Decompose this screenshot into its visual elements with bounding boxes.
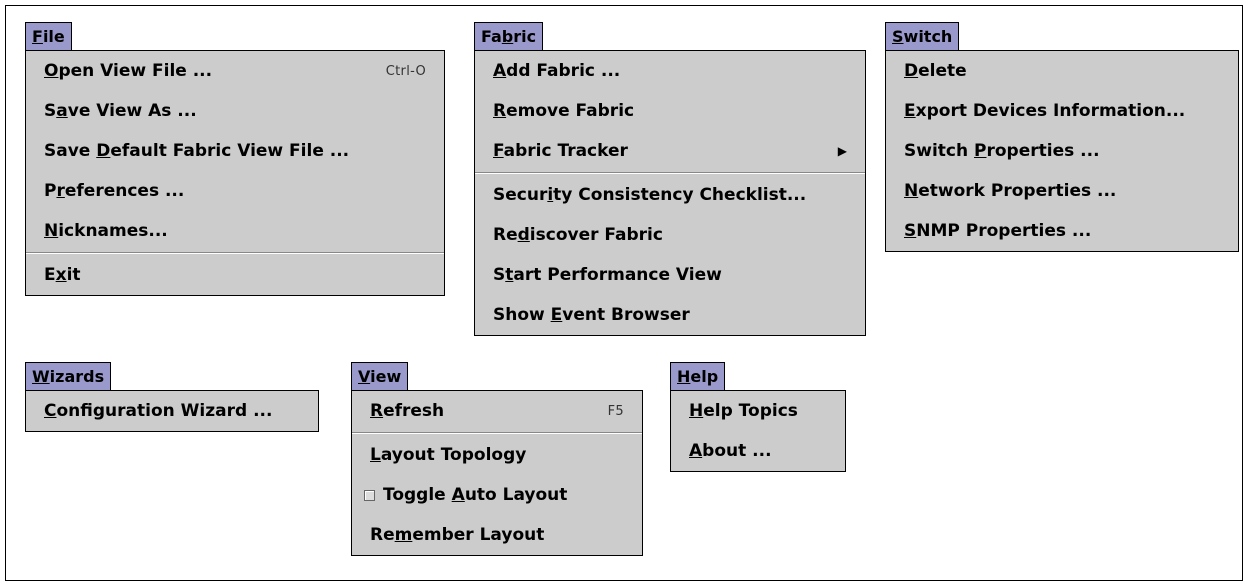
menu-item-label: Export Devices Information... [904,101,1186,121]
help-menu-panel: Help Topics About ... [670,390,846,472]
menu-item-label: Remove Fabric [493,101,635,121]
file-menu: File Open View File ... Ctrl-O Save View… [25,22,445,296]
menu-item-configuration-wizard[interactable]: Configuration Wizard ... [26,391,318,431]
menu-item-exit[interactable]: Exit [26,255,444,295]
switch-menu-panel: Delete Export Devices Information... Swi… [885,50,1239,252]
menu-item-label: Security Consistency Checklist... [493,185,807,205]
menu-item-security-consistency-checklist[interactable]: Security Consistency Checklist... [475,175,865,215]
switch-menu-title-mnemonic: S [892,27,904,46]
menu-item-label: Nicknames... [44,221,168,241]
menu-separator [475,172,865,174]
fabric-menu: Fabric Add Fabric ... Remove Fabric Fabr… [474,22,866,336]
menu-item-toggle-auto-layout[interactable]: Toggle Auto Layout [352,475,642,515]
help-menu-title-post: elp [690,367,719,386]
fabric-menu-panel: Add Fabric ... Remove Fabric Fabric Trac… [474,50,866,336]
file-menu-title-post: ile [42,27,65,46]
shortcut-label: Ctrl-O [385,63,426,79]
menu-item-label: About ... [689,441,772,461]
fabric-menu-title-pre: Fa [481,27,502,46]
file-menu-panel: Open View File ... Ctrl-O Save View As .… [25,50,445,296]
shortcut-label: F5 [607,403,624,419]
checkbox-icon[interactable] [364,489,375,501]
view-menu-panel: Refresh F5 Layout Topology Toggle Auto L… [351,390,643,556]
menu-item-add-fabric[interactable]: Add Fabric ... [475,51,865,91]
menu-item-preferences[interactable]: Preferences ... [26,171,444,211]
arrow-right-icon: ▶ [837,144,847,158]
help-menu-title-mnemonic: H [677,367,691,386]
wizards-menu-title-mnemonic: W [32,367,50,386]
fabric-menu-title-mnemonic: b [501,27,514,46]
menu-item-label: Toggle Auto Layout [383,485,568,505]
switch-menu-title[interactable]: Switch [885,22,960,50]
fabric-menu-title[interactable]: Fabric [474,22,544,50]
menu-item-rediscover-fabric[interactable]: Rediscover Fabric [475,215,865,255]
menu-item-about[interactable]: About ... [671,431,845,471]
menu-item-save-default-fabric-view-file[interactable]: Save Default Fabric View File ... [26,131,444,171]
menu-item-save-view-as[interactable]: Save View As ... [26,91,444,131]
menu-item-remember-layout[interactable]: Remember Layout [352,515,642,555]
fabric-menu-title-post: ric [513,27,537,46]
menu-item-label: Rediscover Fabric [493,225,663,245]
menu-item-label: Network Properties ... [904,181,1117,201]
menu-item-label: Configuration Wizard ... [44,401,273,421]
view-menu-title[interactable]: View [351,362,409,390]
menu-item-label: SNMP Properties ... [904,221,1092,241]
menu-item-start-performance-view[interactable]: Start Performance View [475,255,865,295]
wizards-menu: Wizards Configuration Wizard ... [25,362,319,432]
menu-item-label: Switch Properties ... [904,141,1100,161]
menu-item-show-event-browser[interactable]: Show Event Browser [475,295,865,335]
view-menu-title-mnemonic: V [358,367,371,386]
menu-item-nicknames[interactable]: Nicknames... [26,211,444,251]
menu-item-label: Open View File ... [44,61,213,81]
menu-item-snmp-properties[interactable]: SNMP Properties ... [886,211,1238,251]
help-menu: Help Help Topics About ... [670,362,846,472]
view-menu: View Refresh F5 Layout Topology Toggle A… [351,362,643,556]
wizards-menu-title[interactable]: Wizards [25,362,112,390]
file-menu-title-mnemonic: F [32,27,43,46]
menu-separator [352,432,642,434]
menu-separator [26,252,444,254]
switch-menu-title-post: witch [903,27,953,46]
menu-item-label: Save Default Fabric View File ... [44,141,350,161]
menu-item-open-view-file[interactable]: Open View File ... Ctrl-O [26,51,444,91]
menu-item-delete[interactable]: Delete [886,51,1238,91]
menu-item-label: Delete [904,61,967,81]
menu-item-label: Start Performance View [493,265,722,285]
menu-item-layout-topology[interactable]: Layout Topology [352,435,642,475]
help-menu-title[interactable]: Help [670,362,726,390]
menu-item-refresh[interactable]: Refresh F5 [352,391,642,431]
menu-item-label: Exit [44,265,81,285]
file-menu-title[interactable]: File [25,22,72,50]
menu-item-switch-properties[interactable]: Switch Properties ... [886,131,1238,171]
menu-item-label: Preferences ... [44,181,185,201]
wizards-menu-title-post: izards [49,367,105,386]
menu-item-label: Layout Topology [370,445,527,465]
menu-item-network-properties[interactable]: Network Properties ... [886,171,1238,211]
menu-item-remove-fabric[interactable]: Remove Fabric [475,91,865,131]
menu-item-label: Show Event Browser [493,305,690,325]
menu-item-label: Help Topics [689,401,798,421]
menu-item-label: Refresh [370,401,445,421]
menu-item-label: Save View As ... [44,101,197,121]
menu-item-help-topics[interactable]: Help Topics [671,391,845,431]
menu-item-label: Fabric Tracker [493,141,628,161]
menu-item-fabric-tracker[interactable]: Fabric Tracker ▶ [475,131,865,171]
menu-item-export-devices-information[interactable]: Export Devices Information... [886,91,1238,131]
menu-item-label: Remember Layout [370,525,545,545]
switch-menu: Switch Delete Export Devices Information… [885,22,1239,252]
menu-item-label: Add Fabric ... [493,61,621,81]
wizards-menu-panel: Configuration Wizard ... [25,390,319,432]
view-menu-title-post: iew [370,367,402,386]
